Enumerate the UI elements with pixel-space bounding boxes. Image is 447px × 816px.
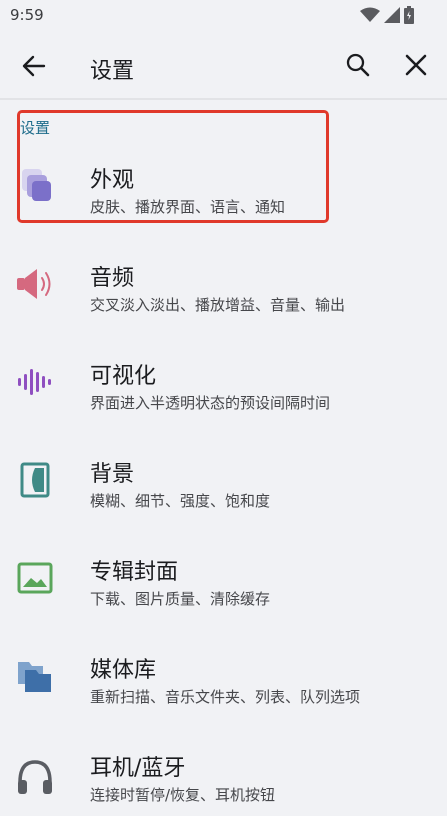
search-button[interactable]	[345, 52, 371, 78]
speaker-icon	[15, 264, 55, 304]
settings-item-title: 媒体库	[90, 658, 157, 683]
wifi-icon	[360, 7, 380, 23]
settings-item-title: 可视化	[90, 364, 157, 389]
search-icon	[346, 53, 370, 77]
background-icon	[15, 460, 55, 500]
settings-item-headset-bluetooth[interactable]: 耳机/蓝牙 连接时暂停/恢复、耳机按钮	[0, 718, 447, 816]
settings-item-title: 外观	[90, 168, 135, 193]
close-icon	[405, 54, 427, 76]
headset-icon	[15, 756, 55, 796]
image-icon	[15, 558, 55, 598]
settings-item-subtitle: 交叉淡入淡出、播放增益、音量、输出	[90, 296, 346, 314]
back-button[interactable]	[20, 52, 48, 80]
close-button[interactable]	[403, 52, 429, 78]
settings-item-library[interactable]: 媒体库 重新扫描、音乐文件夹、列表、队列选项	[0, 620, 447, 718]
settings-item-title: 背景	[90, 462, 135, 487]
settings-item-title: 专辑封面	[90, 560, 179, 585]
signal-icon	[384, 7, 400, 23]
settings-item-title: 音频	[90, 266, 135, 291]
app-bar-divider	[0, 98, 447, 100]
settings-item-appearance[interactable]: 外观 皮肤、播放界面、语言、通知	[0, 130, 447, 228]
settings-item-subtitle: 模糊、细节、强度、饱和度	[90, 492, 271, 510]
page-title: 设置	[90, 59, 135, 84]
settings-item-background[interactable]: 背景 模糊、细节、强度、饱和度	[0, 424, 447, 522]
waveform-icon	[15, 362, 55, 402]
folder-icon	[15, 656, 55, 696]
settings-item-album-art[interactable]: 专辑封面 下载、图片质量、清除缓存	[0, 522, 447, 620]
settings-item-subtitle: 界面进入半透明状态的预设间隔时间	[90, 394, 331, 412]
settings-item-subtitle: 皮肤、播放界面、语言、通知	[90, 198, 286, 216]
status-time: 9:59	[10, 6, 44, 24]
arrow-back-icon	[22, 55, 46, 77]
status-icons	[360, 6, 414, 24]
battery-icon	[404, 6, 414, 24]
settings-item-subtitle: 重新扫描、音乐文件夹、列表、队列选项	[90, 688, 361, 706]
settings-item-visualization[interactable]: 可视化 界面进入半透明状态的预设间隔时间	[0, 326, 447, 424]
settings-item-title: 耳机/蓝牙	[90, 756, 186, 781]
settings-item-audio[interactable]: 音频 交叉淡入淡出、播放增益、音量、输出	[0, 228, 447, 326]
app-bar: 设置	[0, 32, 447, 98]
appearance-icon	[15, 165, 55, 205]
status-bar: 9:59	[0, 0, 447, 32]
settings-item-subtitle: 下载、图片质量、清除缓存	[90, 590, 271, 608]
